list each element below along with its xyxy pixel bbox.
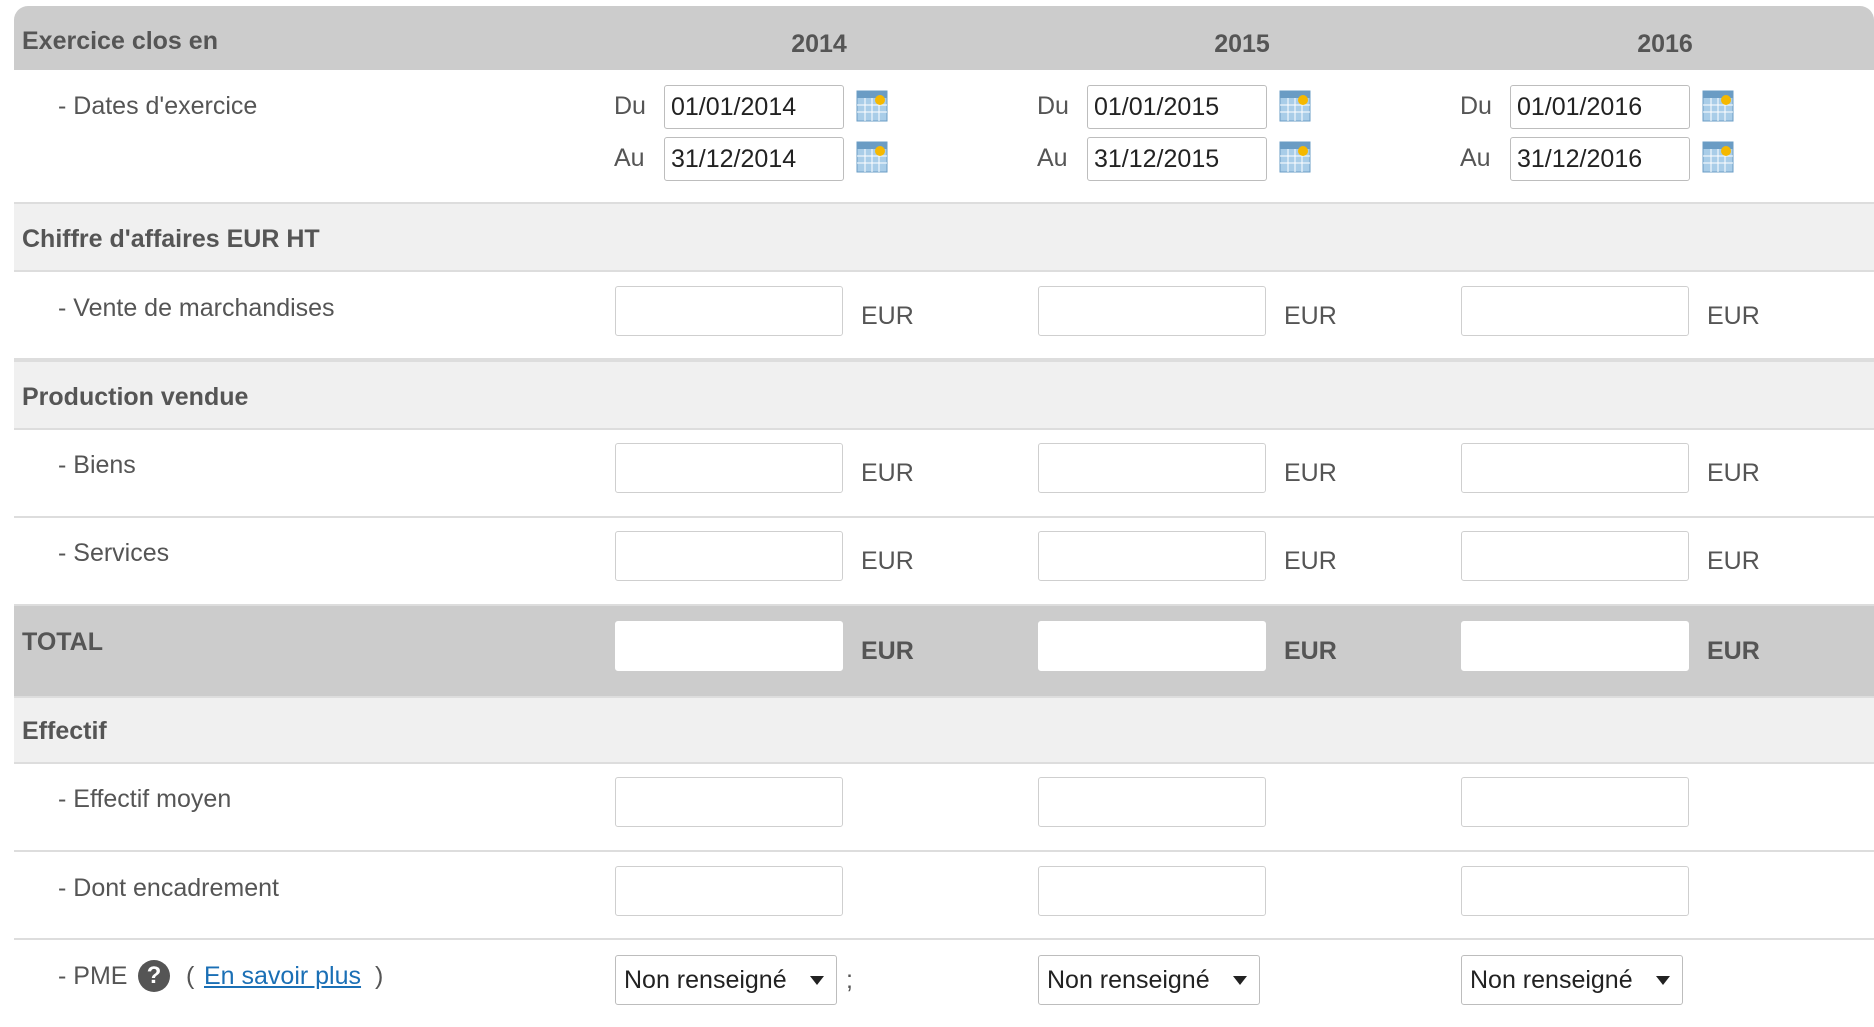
du-label-2015: Du [1037,92,1069,120]
unit-label: EUR [1707,302,1760,330]
unit-label: EUR [861,302,914,330]
total-input-2014[interactable] [615,621,843,671]
date-start-2014[interactable] [664,85,844,129]
unit-label: EUR [1707,459,1760,487]
year-2015-header: 2015 [1214,30,1270,58]
section-production-vendue [14,360,1874,430]
chevron-down-icon [1233,976,1247,985]
open-paren: ( [186,962,195,990]
year-2016-header: 2016 [1637,30,1693,58]
pme-label: - PME [58,962,128,990]
au-label-2014: Au [614,144,645,172]
calendar-icon[interactable] [856,141,888,173]
services-input-2016[interactable] [1461,531,1689,581]
services-label: - Services [58,539,170,567]
date-end-2014[interactable] [664,137,844,181]
calendar-icon[interactable] [1279,90,1311,122]
effectif-moyen-input-2015[interactable] [1038,777,1266,827]
pme-select-value: Non renseigné [1047,966,1210,994]
biens-label: - Biens [58,451,136,479]
encadrement-input-2014[interactable] [615,866,843,916]
calendar-icon[interactable] [856,90,888,122]
calendar-icon[interactable] [1279,141,1311,173]
encadrement-label: - Dont encadrement [58,874,279,902]
section-production-label: Production vendue [22,383,249,411]
effectif-moyen-label: - Effectif moyen [58,785,232,813]
vente-input-2015[interactable] [1038,286,1266,336]
unit-label: EUR [1284,459,1337,487]
dates-label: - Dates d'exercice [58,92,258,120]
unit-label: EUR [1707,547,1760,575]
encadrement-input-2016[interactable] [1461,866,1689,916]
unit-label: EUR [1284,302,1337,330]
chevron-down-icon [1656,976,1670,985]
services-input-2014[interactable] [615,531,843,581]
biens-input-2014[interactable] [615,443,843,493]
au-label-2016: Au [1460,144,1491,172]
unit-label: EUR [1284,637,1337,665]
pme-select-value: Non renseigné [1470,966,1633,994]
en-savoir-plus-link[interactable]: En savoir plus [204,962,361,991]
exercise-header-label: Exercice clos en [22,27,218,55]
total-input-2016[interactable] [1461,621,1689,671]
vente-input-2014[interactable] [615,286,843,336]
du-label-2016: Du [1460,92,1492,120]
pme-select-2016[interactable]: Non renseigné [1461,955,1683,1005]
vente-input-2016[interactable] [1461,286,1689,336]
date-end-2016[interactable] [1510,137,1690,181]
unit-label: EUR [1284,547,1337,575]
date-start-2016[interactable] [1510,85,1690,129]
unit-label: EUR [861,547,914,575]
calendar-icon[interactable] [1702,90,1734,122]
effectif-moyen-input-2016[interactable] [1461,777,1689,827]
effectif-moyen-input-2014[interactable] [615,777,843,827]
vente-label: - Vente de marchandises [58,294,335,322]
pme-select-2015[interactable]: Non renseigné [1038,955,1260,1005]
total-input-2015[interactable] [1038,621,1266,671]
unit-label: EUR [861,637,914,665]
calendar-icon[interactable] [1702,141,1734,173]
section-chiffre-label: Chiffre d'affaires EUR HT [22,225,320,253]
unit-label: EUR [861,459,914,487]
date-end-2015[interactable] [1087,137,1267,181]
chevron-down-icon [810,976,824,985]
section-effectif [14,696,1874,764]
biens-input-2016[interactable] [1461,443,1689,493]
year-2014-header: 2014 [791,30,847,58]
total-label: TOTAL [22,628,104,656]
du-label-2014: Du [614,92,646,120]
biens-input-2015[interactable] [1038,443,1266,493]
pme-select-2014[interactable]: Non renseigné [615,955,837,1005]
au-label-2015: Au [1037,144,1068,172]
services-input-2015[interactable] [1038,531,1266,581]
table-header [14,6,1874,70]
section-effectif-label: Effectif [22,717,107,745]
pme-select-value: Non renseigné [624,966,787,994]
separator: ; [846,966,853,994]
help-icon[interactable]: ? [138,960,170,992]
date-start-2015[interactable] [1087,85,1267,129]
encadrement-input-2015[interactable] [1038,866,1266,916]
unit-label: EUR [1707,637,1760,665]
close-paren: ) [375,962,384,990]
